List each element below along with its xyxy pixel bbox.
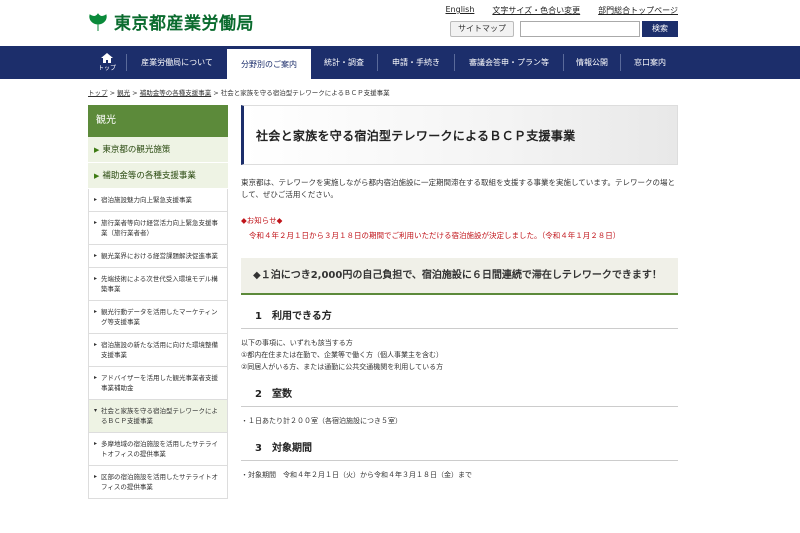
triangle-right-icon: ▸ [94, 308, 98, 315]
triangle-right-icon: ▸ [94, 275, 98, 282]
sidebar-subitem[interactable]: ▸ 区部の宿泊施設を活用したサテライトオフィスの提供事業 [88, 466, 228, 499]
ginkgo-logo-icon [89, 12, 107, 31]
main-content: 社会と家族を守る宿泊型テレワークによるＢＣＰ支援事業 東京都は、テレワークを実施… [241, 105, 678, 481]
sidebar-category-label: 補助金等の各種支援事業 [102, 170, 196, 181]
english-link[interactable]: English [446, 5, 475, 16]
triangle-right-icon: ▸ [94, 374, 98, 381]
triangle-right-icon: ▸ [94, 341, 98, 348]
sidebar-category-label: 東京都の観光施策 [102, 144, 171, 155]
section-body-rooms: ・１日あたり計２００室（各宿泊施設につき５室） [241, 415, 678, 427]
intro-text: 東京都は、テレワークを実施しながら都内宿泊施設に一定期間滞在する取組を支援する事… [241, 178, 676, 199]
section-body-eligibility: 以下の事項に、いずれも該当する方 ①都内在住または在勤で、企業等で働く方（個人事… [241, 337, 678, 373]
nav-council-plans[interactable]: 審議会答申・プラン等 [455, 46, 563, 79]
section-line: ②同居人がいる方、または通勤に公共交通機関を利用している方 [241, 363, 444, 371]
sidebar-subitem-label: 社会と家族を守る宿泊型テレワークによるＢＣＰ支援事業 [101, 407, 218, 425]
triangle-right-icon: ▶ [94, 171, 100, 180]
sidebar-subitem-label: 観光業界における経営課題解決促進事業 [101, 252, 218, 260]
breadcrumb-separator: > [132, 89, 140, 97]
sidebar-subitem-label: 宿泊施設魅力向上緊急支援事業 [101, 196, 192, 204]
section-line: ・対象期間 令和４年２月１日（火）から令和４年３月１８日（金）まで [241, 471, 472, 479]
text-size-color-link[interactable]: 文字サイズ・色合い変更 [492, 5, 580, 16]
sidebar-subitem[interactable]: ▸ 宿泊施設魅力向上緊急支援事業 [88, 189, 228, 212]
nav-applications[interactable]: 申請・手続き [378, 46, 454, 79]
sidebar-subitem[interactable]: ▸ 観光行動データを活用したマーケティング等支援事業 [88, 301, 228, 334]
sidebar-subitem[interactable]: ▸ 観光業界における経営課題解決促進事業 [88, 245, 228, 268]
section-line: 以下の事項に、いずれも該当する方 [241, 339, 353, 347]
triangle-right-icon: ▸ [94, 196, 98, 203]
notice-heading: ◆お知らせ◆ [241, 216, 283, 225]
division-top-link[interactable]: 部門総合トップページ [598, 5, 678, 16]
breadcrumb-top[interactable]: トップ [88, 89, 108, 97]
page-title: 社会と家族を守る宿泊型テレワークによるＢＣＰ支援事業 [241, 105, 678, 165]
sidebar-category-tourism-policy[interactable]: ▶ 東京都の観光施策 [88, 137, 228, 163]
section-line: ・１日あたり計２００室（各宿泊施設につき５室） [241, 417, 402, 425]
nav-contact[interactable]: 窓口案内 [621, 46, 679, 79]
sitemap-button[interactable]: サイトマップ [450, 21, 514, 37]
sidebar-subitem[interactable]: ▸ アドバイザーを活用した観光事業者支援事業補助金 [88, 367, 228, 400]
triangle-right-icon: ▸ [94, 440, 98, 447]
sidebar-subitem-label: 区部の宿泊施設を活用したサテライトオフィスの提供事業 [101, 473, 218, 491]
breadcrumb-tourism[interactable]: 観光 [117, 89, 130, 97]
breadcrumb: トップ > 観光 > 補助金等の各種支援事業 > 社会と家族を守る宿泊型テレワー… [88, 87, 390, 97]
sidebar-subitem-label: アドバイザーを活用した観光事業者支援事業補助金 [101, 374, 218, 392]
breadcrumb-separator: > [109, 89, 118, 97]
triangle-down-icon: ▾ [94, 407, 98, 414]
nav-disclosure[interactable]: 情報公開 [564, 46, 620, 79]
nav-by-field[interactable]: 分野別のご案内 [227, 46, 311, 79]
notice-body: 令和４年２月１日から３月１８日の期間でご利用いただける宿泊施設が決定しました。（… [249, 231, 621, 240]
triangle-right-icon: ▶ [94, 145, 100, 154]
triangle-right-icon: ▸ [94, 219, 98, 226]
section-heading-eligibility: 1 利用できる方 [241, 305, 678, 329]
sidebar-subitem[interactable]: ▸ 多摩地域の宿泊施設を活用したサテライトオフィスの提供事業 [88, 433, 228, 466]
home-icon [101, 53, 113, 63]
sidebar-subitem-active[interactable]: ▾ 社会と家族を守る宿泊型テレワークによるＢＣＰ支援事業 [88, 400, 228, 433]
sidebar-subitem[interactable]: ▸ 旅行業者等向け経営活力向上緊急支援事業（旅行業者者） [88, 212, 228, 245]
triangle-right-icon: ▸ [94, 473, 98, 480]
site-header: 東京都産業労働局 English 文字サイズ・色合い変更 部門総合トップページ … [0, 0, 800, 46]
site-logo-text: 東京都産業労働局 [114, 14, 254, 34]
breadcrumb-current: 社会と家族を守る宿泊型テレワークによるＢＣＰ支援事業 [220, 89, 390, 97]
nav-home-label: トップ [97, 65, 116, 72]
sidebar-subitem-label: 多摩地域の宿泊施設を活用したサテライトオフィスの提供事業 [101, 440, 218, 458]
nav-about[interactable]: 産業労働局について [127, 46, 227, 79]
sidebar-subitem-label: 宿泊施設の新たな活用に向けた環境整備支援事業 [101, 341, 218, 359]
sidebar-subitem[interactable]: ▸ 先端技術による次世代受入環境モデル構築事業 [88, 268, 228, 301]
sidebar-category-subsidies[interactable]: ▶ 補助金等の各種支援事業 [88, 163, 228, 189]
sidebar-title[interactable]: 観光 [88, 105, 228, 137]
sidebar-subitem[interactable]: ▸ 宿泊施設の新たな活用に向けた環境整備支援事業 [88, 334, 228, 367]
triangle-right-icon: ▸ [94, 252, 98, 259]
main-nav: トップ 産業労働局について 分野別のご案内 統計・調査 申請・手続き 審議会答申… [0, 46, 800, 79]
section-heading-period: 3 対象期間 [241, 437, 678, 461]
breadcrumb-separator: > [213, 89, 221, 97]
sidebar-subitem-label: 旅行業者等向け経営活力向上緊急支援事業（旅行業者者） [101, 219, 218, 237]
highlight-box: ◆１泊につき2,000円の自己負担で、宿泊施設に６日間連続で滞在しテレワークでき… [241, 258, 678, 295]
nav-home[interactable]: トップ [88, 46, 126, 79]
sidebar-subitem-label: 先端技術による次世代受入環境モデル構築事業 [101, 275, 218, 293]
site-logo[interactable]: 東京都産業労働局 [88, 9, 254, 34]
sidebar-subitem-label: 観光行動データを活用したマーケティング等支援事業 [101, 308, 218, 326]
section-line: ①都内在住または在勤で、企業等で働く方（個人事業主を含む） [241, 351, 443, 359]
section-body-period: ・対象期間 令和４年２月１日（火）から令和４年３月１８日（金）まで [241, 469, 678, 481]
top-links: English 文字サイズ・色合い変更 部門総合トップページ [446, 5, 679, 16]
search-button[interactable]: 検索 [642, 21, 678, 37]
nav-statistics[interactable]: 統計・調査 [311, 46, 377, 79]
sidebar: 観光 ▶ 東京都の観光施策 ▶ 補助金等の各種支援事業 ▸ 宿泊施設魅力向上緊急支… [88, 105, 228, 499]
search-input[interactable] [520, 21, 640, 37]
section-heading-rooms: 2 室数 [241, 383, 678, 407]
breadcrumb-subsidies[interactable]: 補助金等の各種支援事業 [140, 89, 212, 97]
